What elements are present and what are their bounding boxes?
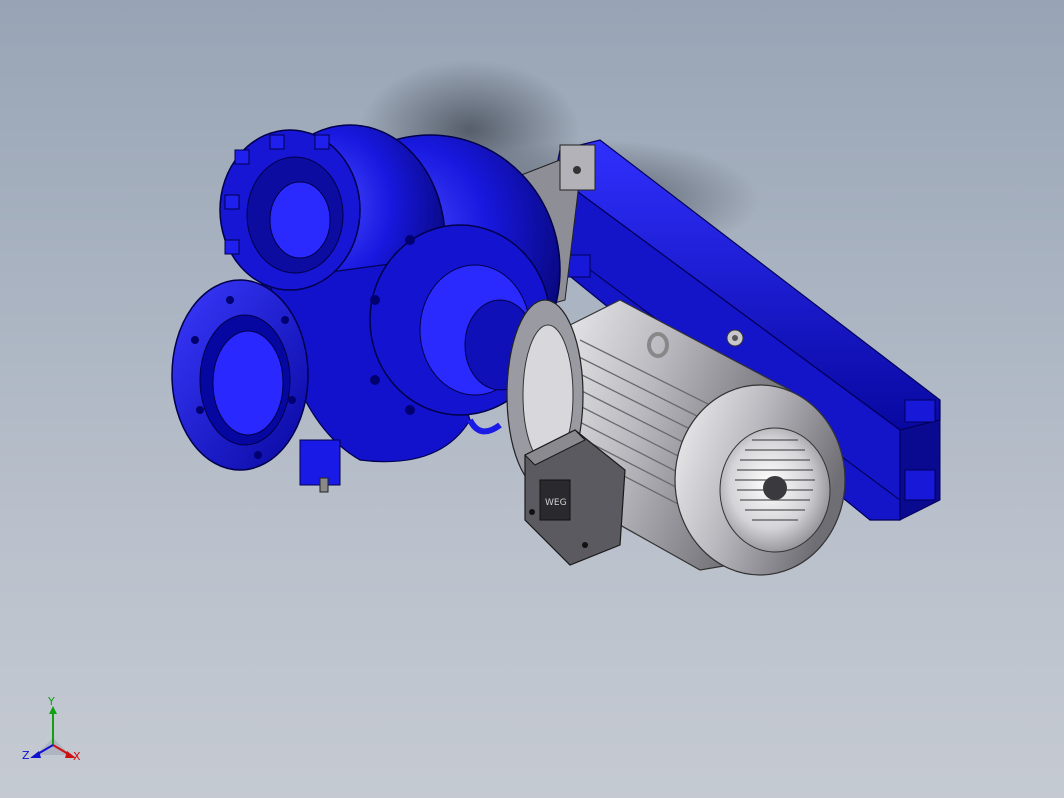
terminal-box-logo: WEG [545, 498, 567, 508]
suction-cover-flange[interactable] [219, 129, 361, 291]
view-orientation-triad[interactable]: Y X Z [18, 695, 88, 770]
y-axis-label: Y [47, 695, 55, 708]
graphics-viewport[interactable]: WEG Y X Z [0, 0, 1064, 798]
drain-plug [319, 477, 329, 493]
x-axis-label: X [73, 750, 81, 763]
model-view[interactable]: WEG [0, 0, 1064, 798]
z-axis-label: Z [22, 749, 30, 762]
